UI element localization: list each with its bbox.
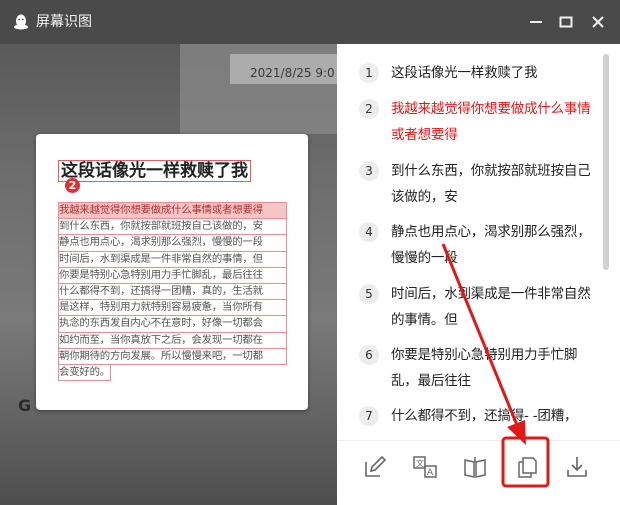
result-number: 6 <box>359 345 379 365</box>
minimize-icon[interactable] <box>526 12 546 32</box>
selection-badge: 2 <box>65 178 80 193</box>
copy-button[interactable] <box>513 453 541 481</box>
copy-icon <box>518 457 537 478</box>
title-bar[interactable]: 屏幕识图 <box>0 0 620 44</box>
recognized-line[interactable]: 你要是特别心急特别用力手忙脚乱，最后往往 <box>58 266 287 285</box>
svg-text:A: A <box>427 468 434 478</box>
recognized-line[interactable]: 什么都得不到，还搞得一团糟，真的，生活就 <box>58 283 287 301</box>
result-text[interactable]: 到什么东西，你就按部就班按自己该做的，安 <box>391 158 597 210</box>
recognized-text-block: 我越来越觉得你想要做成什么事情或者想要得 到什么东西，你就按部就班按自己该做的，… <box>58 202 287 384</box>
result-text[interactable]: 静点也用点心，渴求别那么强烈，慢慢的一段 <box>391 219 597 271</box>
recognized-line[interactable]: 是这样，特别用力就特别容易疲惫，当你所有 <box>58 299 287 317</box>
result-text[interactable]: 你要是特别心急特别用力手忙脚乱，最后往往 <box>391 342 597 394</box>
result-text[interactable]: 这段话像光一样救赎了我 <box>391 60 597 86</box>
read-book-icon <box>464 457 486 478</box>
edit-icon <box>365 455 387 477</box>
result-number: 7 <box>359 406 379 426</box>
recognized-line[interactable]: 朝你期待的方向发展。所以慢慢来吧，一切都 <box>58 347 287 366</box>
recognized-line[interactable]: 到什么东西，你就按部就班按自己该做的，安 <box>58 218 287 236</box>
close-icon[interactable] <box>588 12 608 32</box>
recognized-line[interactable]: 会变好的。 <box>58 364 111 382</box>
result-number: 1 <box>359 63 379 83</box>
result-number: 2 <box>359 99 379 119</box>
recognized-heading: 这段话像光一样救赎了我 <box>58 160 251 182</box>
result-panel: 1 这段话像光一样救赎了我 2 我越来越觉得你想要做成什么事情或者想要得 3 到… <box>337 44 620 505</box>
recognized-line[interactable]: 静点也用点心，渴求别那么强烈，慢慢的一段 <box>58 234 287 252</box>
scrollbar[interactable] <box>603 54 609 270</box>
qq-penguin-icon <box>14 14 28 30</box>
recognized-line[interactable]: 时间后，水到渠成是一件非常自然的事情，但 <box>58 250 287 268</box>
recognized-line[interactable]: 如约而至，当你真放下之后，会发现一切都在 <box>58 331 287 349</box>
result-toolbar: 文 A <box>337 440 620 500</box>
screen-recognition-window: 屏幕识图 2021/8/25 9:0 G 这段话像光一样救赎了我 2 我越来越觉… <box>0 0 620 505</box>
translate-icon: 文 A <box>413 456 437 478</box>
background-timestamp: 2021/8/25 9:0 <box>250 66 335 80</box>
read-book-button[interactable] <box>461 453 489 481</box>
recognized-line[interactable]: 我越来越觉得你想要做成什么事情或者想要得 <box>58 202 287 220</box>
result-text-selected[interactable]: 我越来越觉得你想要做成什么事情或者想要得 <box>391 96 597 148</box>
window-title: 屏幕识图 <box>36 14 92 30</box>
download-icon <box>567 457 587 477</box>
background-label: G <box>18 396 32 415</box>
image-preview: 2021/8/25 9:0 G 这段话像光一样救赎了我 2 我越来越觉得你想要做… <box>0 44 337 505</box>
result-number: 3 <box>359 161 379 181</box>
translate-button[interactable]: 文 A <box>411 453 439 481</box>
edit-button[interactable] <box>361 453 389 481</box>
result-text[interactable]: 时间后，水到渠成是一件非常自然的事情。但 <box>391 281 597 333</box>
result-number: 5 <box>359 284 379 304</box>
maximize-icon[interactable] <box>556 12 576 32</box>
result-text[interactable]: 什么都得不到，还搞得- -团糟， <box>391 403 597 429</box>
result-list[interactable]: 1 这段话像光一样救赎了我 2 我越来越觉得你想要做成什么事情或者想要得 3 到… <box>337 52 602 440</box>
recognized-line[interactable]: 执念的东西发自内心不在意时，好像一切都会 <box>58 315 287 333</box>
recognized-image-card: 这段话像光一样救赎了我 2 我越来越觉得你想要做成什么事情或者想要得 到什么东西… <box>36 134 308 410</box>
download-button[interactable] <box>563 453 591 481</box>
result-number: 4 <box>359 222 379 242</box>
svg-text:文: 文 <box>416 458 424 468</box>
